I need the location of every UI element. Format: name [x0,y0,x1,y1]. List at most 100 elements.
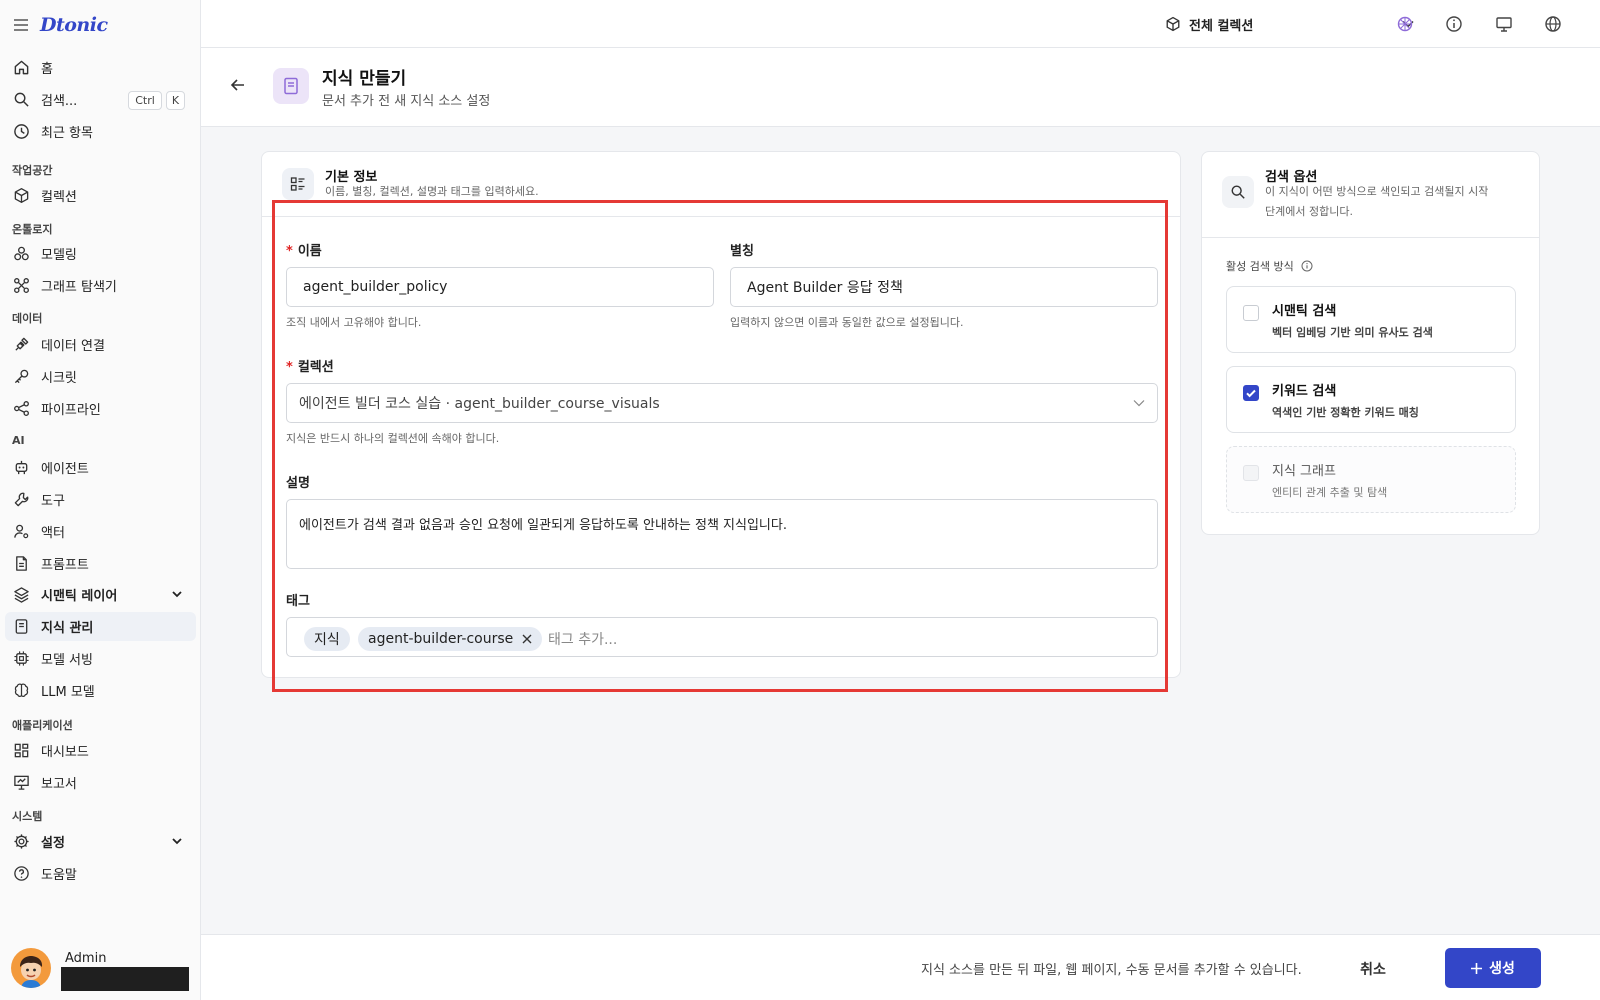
nav-settings-label: 설정 [41,836,65,851]
wrench-icon [14,492,29,507]
description-label: 설명 [286,476,310,491]
nav-prompt[interactable]: 프롬프트 [5,549,196,578]
ontology-graph-icon[interactable] [1396,15,1414,33]
brain-icon [14,683,29,698]
pipeline-icon [14,401,29,416]
check-icon [1246,389,1256,398]
collection-selector-label: 전체 컬렉션 [1189,18,1254,34]
nav-knowledge-label: 지식 관리 [41,621,94,636]
name-label-text: 이름 [297,244,322,259]
nav-graph-explorer[interactable]: 그래프 탐색기 [5,271,196,300]
info-icon[interactable] [1301,260,1313,272]
nav-recent[interactable]: 최근 항목 [5,117,196,146]
nav-tools[interactable]: 도구 [5,485,196,514]
nav-modeling[interactable]: 모델링 [5,239,196,268]
semantic-search-checkbox[interactable] [1243,305,1259,321]
modeling-icon [14,246,29,261]
search-options-subtitle-line2: 단계에서 정합니다. [1265,205,1353,218]
page-header: 지식 만들기 문서 추가 전 새 지식 소스 설정 [201,48,1600,127]
nav-help[interactable]: 도움말 [5,859,196,888]
nav-report-label: 보고서 [41,777,77,792]
option-knowledge-graph: 지식 그래프 엔티티 관계 추출 및 탐색 [1226,446,1516,513]
section-data: 데이터 [12,312,43,325]
nav-agent[interactable]: 에이전트 [5,453,196,482]
nav-data-connection[interactable]: 데이터 연결 [5,330,196,359]
nav-llm-model[interactable]: LLM 모델 [5,676,196,705]
nav-knowledge[interactable]: 지식 관리 [5,612,196,641]
alias-input[interactable]: Agent Builder 응답 정책 [730,267,1158,307]
kbd-ctrl: Ctrl [128,91,162,110]
search-options-card: 검색 옵션 이 지식이 어떤 방식으로 색인되고 검색될지 시작 단계에서 정합… [1201,151,1540,535]
section-apps: 애플리케이션 [12,719,73,732]
nav-dashboard-label: 대시보드 [41,745,89,760]
collection-select[interactable]: 에이전트 빌더 코스 실습 · agent_builder_course_vis… [286,383,1158,423]
nav-tools-label: 도구 [41,494,65,509]
required-mark: * [286,360,293,375]
nav-home-label: 홈 [41,62,53,77]
cube-icon [1166,16,1180,32]
description-textarea[interactable]: 에이전트가 검색 결과 없음과 승인 요청에 일관되게 응답하도록 안내하는 정… [286,499,1158,569]
nav-model-serving-label: 모델 서빙 [41,653,93,668]
basic-info-card: 기본 정보 이름, 별칭, 컬렉션, 설명과 태그를 입력하세요. * 이름 ag… [261,151,1181,678]
logo-row: Dtonic [14,14,108,36]
name-input[interactable]: agent_builder_policy [286,267,714,307]
menu-icon[interactable] [14,19,28,31]
nav-semantic-layer-label: 시맨틱 레이어 [41,589,118,604]
presentation-icon [14,775,29,790]
plus-icon [1471,962,1483,974]
collection-hint: 지식은 반드시 하나의 컬렉션에 속해야 합니다. [286,432,500,445]
nav-report[interactable]: 보고서 [5,768,196,797]
app-logo[interactable]: Dtonic [40,14,108,36]
chevron-down-icon[interactable] [171,588,183,600]
active-search-label-text: 활성 검색 방식 [1226,260,1294,273]
nav-llm-model-label: LLM 모델 [41,685,95,700]
option-semantic-search[interactable]: 시맨틱 검색 벡터 임베딩 기반 의미 유사도 검색 [1226,286,1516,353]
tag-chip: agent-builder-course [358,627,543,651]
nav-semantic-layer[interactable]: 시맨틱 레이어 [5,580,196,609]
nav-secrets[interactable]: 시크릿 [5,362,196,391]
plug-icon [15,337,29,351]
monitor-icon[interactable] [1495,15,1513,33]
close-icon[interactable] [522,634,532,644]
create-button[interactable]: 생성 [1445,948,1541,988]
nav-search[interactable]: 검색... Ctrl K [5,85,196,114]
nav-actor[interactable]: 액터 [5,517,196,546]
cancel-button[interactable]: 취소 [1343,952,1403,986]
footer-bar: 지식 소스를 만든 뒤 파일, 웹 페이지, 수동 문서를 추가할 수 있습니다… [201,934,1600,1000]
nav-pipeline[interactable]: 파이프라인 [5,394,196,423]
graph-icon [14,278,29,293]
search-icon [14,92,29,107]
collection-selector[interactable]: 전체 컬렉션 [1165,13,1415,35]
info-icon[interactable] [1445,15,1463,33]
book-icon [15,619,28,634]
nav-home[interactable]: 홈 [5,53,196,82]
chevron-down-icon[interactable] [171,835,183,847]
globe-icon[interactable] [1544,15,1562,33]
option-keyword-search[interactable]: 키워드 검색 역색인 기반 정확한 키워드 매칭 [1226,366,1516,433]
avatar[interactable] [11,948,51,988]
tags-input[interactable]: 지식 agent-builder-course 태그 추가... [286,617,1158,657]
back-arrow-icon[interactable] [230,77,246,93]
keyword-search-checkbox[interactable] [1243,385,1259,401]
top-bar: 전체 컬렉션 [201,0,1600,48]
redacted-user-detail [61,967,189,991]
nav-collection[interactable]: 컬렉션 [5,181,196,210]
robot-icon [15,460,28,475]
chip-icon [14,651,29,666]
basic-info-subtitle: 이름, 별칭, 컬렉션, 설명과 태그를 입력하세요. [325,185,539,198]
semantic-search-desc: 벡터 임베딩 기반 의미 유사도 검색 [1272,326,1433,339]
knowledge-book-icon [273,68,309,104]
search-icon [1222,176,1254,208]
user-profile[interactable]: Admin [11,948,189,991]
nav-dashboard[interactable]: 대시보드 [5,736,196,765]
nav-data-connection-label: 데이터 연결 [41,339,105,354]
active-search-label: 활성 검색 방식 [1226,258,1313,274]
nav-settings[interactable]: 설정 [5,827,196,856]
tags-placeholder[interactable]: 태그 추가... [548,629,617,649]
nav-model-serving[interactable]: 모델 서빙 [5,644,196,673]
help-icon [14,866,29,881]
collection-label-text: 컬렉션 [297,360,334,375]
layers-icon [14,587,29,603]
user-name: Admin [65,951,107,966]
semantic-search-title: 시맨틱 검색 [1272,304,1337,319]
